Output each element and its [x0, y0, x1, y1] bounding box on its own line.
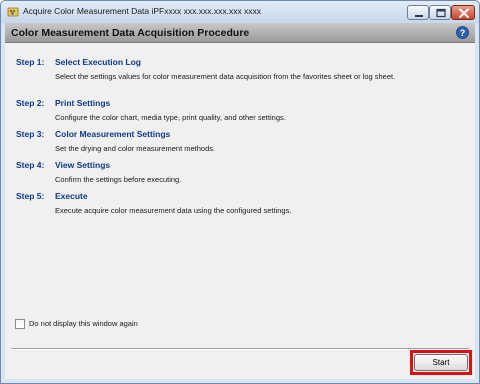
do-not-display-label[interactable]: Do not display this window again: [29, 319, 138, 328]
start-button[interactable]: Start: [414, 354, 468, 371]
dialog-window: Acquire Color Measurement Data iPFxxxx x…: [0, 0, 480, 384]
step-title: View Settings: [55, 160, 111, 170]
minimize-icon: [415, 15, 423, 17]
maximize-icon: [436, 8, 446, 18]
app-icon: [7, 7, 19, 17]
step-title: Select Execution Log: [55, 57, 141, 67]
help-icon[interactable]: ?: [456, 26, 469, 39]
do-not-display-checkbox[interactable]: [15, 319, 25, 329]
footer-divider: [11, 348, 469, 350]
step-title: Color Measurement Settings: [55, 129, 171, 139]
step-description: Select the settings values for color mea…: [55, 72, 396, 81]
step-description: Configure the color chart, media type, p…: [55, 113, 286, 122]
step-number: Step 3:: [16, 129, 45, 139]
close-icon: [459, 8, 469, 18]
window-title: Acquire Color Measurement Data iPFxxxx x…: [23, 6, 262, 16]
step-number: Step 4:: [16, 160, 45, 170]
step-number: Step 5:: [16, 191, 45, 201]
svg-text:?: ?: [460, 28, 466, 38]
procedure-header: Color Measurement Data Acquisition Proce…: [5, 23, 475, 43]
step-title: Execute: [55, 191, 88, 201]
close-button[interactable]: [451, 5, 475, 20]
title-bar[interactable]: Acquire Color Measurement Data iPFxxxx x…: [1, 1, 479, 23]
page-title: Color Measurement Data Acquisition Proce…: [11, 27, 250, 39]
minimize-button[interactable]: [407, 5, 429, 20]
step-number: Step 2:: [16, 98, 45, 108]
maximize-button[interactable]: [429, 5, 451, 20]
step-description: Set the drying and color measurement met…: [55, 144, 216, 153]
step-number: Step 1:: [16, 57, 45, 67]
step-description: Execute acquire color measurement data u…: [55, 206, 292, 215]
step-description: Confirm the settings before executing.: [55, 175, 182, 184]
content-panel: Step 1: Select Execution Log Select the …: [5, 43, 475, 379]
step-title: Print Settings: [55, 98, 111, 108]
